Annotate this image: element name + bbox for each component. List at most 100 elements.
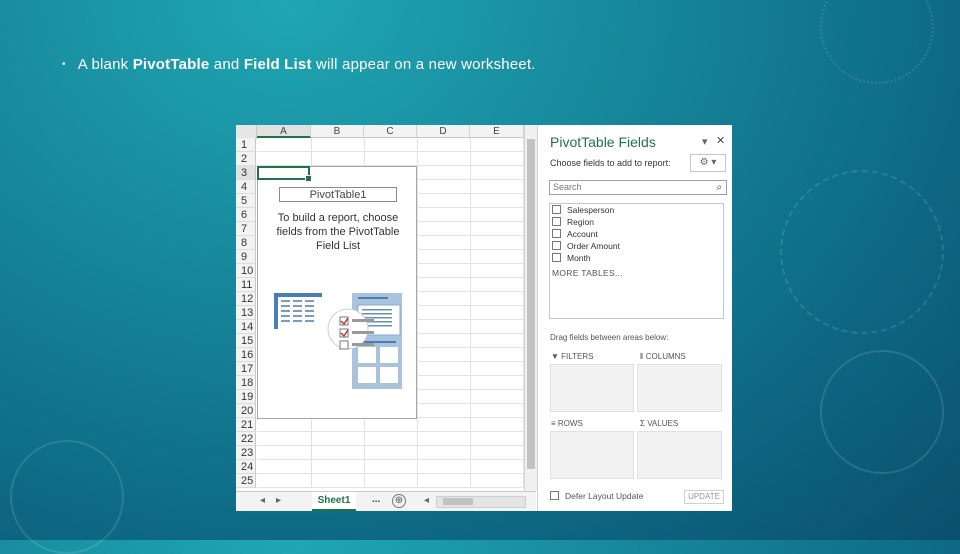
rows-drop-area[interactable] bbox=[550, 431, 634, 479]
row-header[interactable]: 25 bbox=[236, 474, 256, 488]
column-header-c[interactable]: C bbox=[364, 125, 417, 138]
column-header-a[interactable]: A bbox=[257, 125, 311, 138]
active-cell-a3[interactable] bbox=[257, 166, 312, 182]
row-header[interactable]: 5 bbox=[236, 194, 256, 208]
background-decoration bbox=[780, 170, 944, 334]
row-header[interactable]: 4 bbox=[236, 180, 256, 194]
field-item-account[interactable]: Account bbox=[552, 228, 598, 240]
row-header[interactable]: 16 bbox=[236, 348, 256, 362]
row-header[interactable]: 12 bbox=[236, 292, 256, 306]
field-item-region[interactable]: Region bbox=[552, 216, 594, 228]
bullet-bold-pivottable: PivotTable bbox=[132, 56, 210, 73]
checkbox[interactable] bbox=[552, 217, 561, 227]
scrollbar-thumb[interactable] bbox=[527, 139, 535, 469]
more-sheets-button[interactable]: ... bbox=[372, 494, 380, 505]
column-header-e[interactable]: E bbox=[470, 125, 524, 138]
row-header[interactable]: 24 bbox=[236, 460, 256, 474]
gridline bbox=[257, 445, 524, 446]
row-header[interactable]: 20 bbox=[236, 404, 256, 418]
sigma-icon: Σ bbox=[640, 419, 645, 428]
gridline bbox=[470, 138, 471, 488]
background-decoration bbox=[10, 440, 124, 554]
pivottable-placeholder[interactable]: PivotTable1 To build a report, choose fi… bbox=[257, 166, 417, 419]
pivottable-name-box: PivotTable1 bbox=[279, 187, 397, 202]
columns-drop-area[interactable] bbox=[637, 364, 722, 412]
rows-icon: ≡ bbox=[551, 419, 556, 428]
column-header-b[interactable]: B bbox=[311, 125, 364, 138]
field-label: Salesperson bbox=[567, 205, 615, 215]
tab-scroll-right-icon[interactable]: ▸ bbox=[276, 495, 281, 506]
field-item-salesperson[interactable]: Salesperson bbox=[552, 204, 614, 216]
vertical-scrollbar[interactable] bbox=[524, 125, 537, 491]
gridline bbox=[417, 138, 418, 488]
row-header[interactable]: 19 bbox=[236, 390, 256, 404]
checkbox[interactable] bbox=[552, 205, 561, 215]
field-label: Account bbox=[567, 229, 598, 239]
checkbox[interactable] bbox=[552, 241, 561, 251]
update-button[interactable]: UPDATE bbox=[684, 490, 724, 504]
row-header[interactable]: 2 bbox=[236, 152, 256, 166]
scrollbar-thumb[interactable] bbox=[443, 498, 473, 505]
field-item-order-amount[interactable]: Order Amount bbox=[552, 240, 620, 252]
row-header[interactable]: 17 bbox=[236, 362, 256, 376]
checkbox[interactable] bbox=[552, 229, 561, 239]
close-icon[interactable]: ✕ bbox=[716, 134, 725, 147]
area-label: COLUMNS bbox=[645, 352, 686, 361]
defer-label: Defer Layout Update bbox=[565, 491, 644, 501]
checkbox[interactable] bbox=[550, 491, 559, 501]
pivottable-fields-pane: PivotTable Fields ▾ ✕ Choose fields to a… bbox=[537, 125, 732, 511]
row-header[interactable]: 18 bbox=[236, 376, 256, 390]
row-header[interactable]: 8 bbox=[236, 236, 256, 250]
row-header[interactable]: 14 bbox=[236, 320, 256, 334]
worksheet-grid: A B C D E 1 2 3 4 5 6 7 8 9 10 11 12 13 14 15 16 17 18 19 2… bbox=[236, 125, 524, 511]
row-header[interactable]: 6 bbox=[236, 208, 256, 222]
sheet-tab-sheet1[interactable]: Sheet1 bbox=[312, 492, 356, 511]
row-header[interactable]: 15 bbox=[236, 334, 256, 348]
bullet-dot-icon: • bbox=[62, 59, 66, 70]
field-item-month[interactable]: Month bbox=[552, 252, 591, 264]
add-sheet-icon[interactable]: ⊕ bbox=[392, 494, 406, 508]
bullet-text: A blank bbox=[77, 56, 133, 73]
bullet-bold-field-list: Field List bbox=[243, 56, 312, 73]
chevron-down-icon: ▾ bbox=[711, 157, 717, 168]
search-icon[interactable]: ⌕ bbox=[716, 181, 722, 194]
search-input[interactable]: Search ⌕ bbox=[549, 180, 727, 195]
row-header[interactable]: 22 bbox=[236, 432, 256, 446]
row-header[interactable]: 1 bbox=[236, 138, 256, 152]
columns-icon: ⦀ bbox=[640, 352, 644, 361]
row-header[interactable]: 13 bbox=[236, 306, 256, 320]
row-header[interactable]: 3 bbox=[236, 166, 256, 180]
more-tables-link[interactable]: MORE TABLES... bbox=[552, 268, 623, 278]
checkbox[interactable] bbox=[552, 253, 561, 263]
bullet-text: and bbox=[209, 56, 244, 73]
values-area-header: Σ VALUES bbox=[640, 418, 678, 430]
tools-button[interactable]: ⚙ ▾ bbox=[690, 154, 726, 172]
filters-drop-area[interactable] bbox=[550, 364, 634, 412]
defer-layout-update[interactable]: Defer Layout Update bbox=[550, 491, 643, 501]
row-header[interactable]: 11 bbox=[236, 278, 256, 292]
area-label: ROWS bbox=[557, 419, 583, 428]
gridline bbox=[257, 473, 524, 474]
row-header[interactable]: 9 bbox=[236, 250, 256, 264]
pane-options-icon[interactable]: ▾ bbox=[702, 135, 708, 148]
drag-fields-label: Drag fields between areas below: bbox=[550, 333, 669, 342]
background-decoration bbox=[820, 0, 934, 84]
filter-icon: ▼ bbox=[551, 352, 559, 361]
rows-area-header: ≡ ROWS bbox=[551, 418, 583, 430]
field-list-icon bbox=[327, 293, 402, 389]
row-header[interactable]: 7 bbox=[236, 222, 256, 236]
row-header[interactable]: 23 bbox=[236, 446, 256, 460]
hscroll-left-icon[interactable]: ◂ bbox=[424, 495, 429, 506]
field-label: Order Amount bbox=[567, 241, 620, 251]
field-label: Month bbox=[567, 253, 591, 263]
tab-scroll-left-icon[interactable]: ◂ bbox=[260, 495, 265, 506]
column-header-d[interactable]: D bbox=[417, 125, 470, 138]
columns-area-header: ⦀ COLUMNS bbox=[640, 351, 686, 363]
row-header[interactable]: 10 bbox=[236, 264, 256, 278]
values-drop-area[interactable] bbox=[637, 431, 722, 479]
select-all-corner[interactable] bbox=[236, 125, 257, 139]
gridline bbox=[257, 431, 524, 432]
horizontal-scrollbar[interactable] bbox=[436, 496, 526, 508]
gridline bbox=[257, 459, 524, 460]
row-header[interactable]: 21 bbox=[236, 418, 256, 432]
